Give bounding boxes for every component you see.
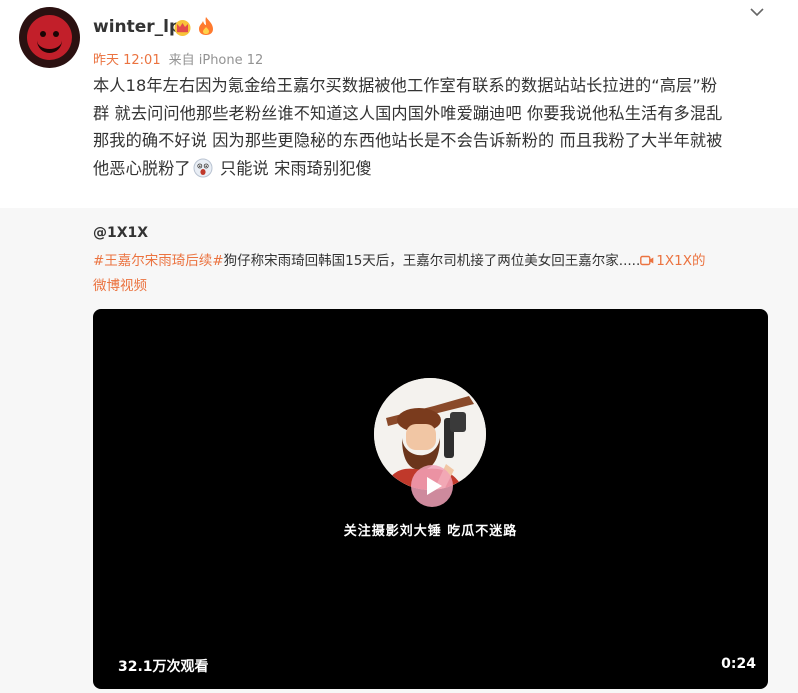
content-text: 他恶心脱粉了 (93, 158, 191, 178)
post-time[interactable]: 昨天 12:01 (93, 53, 161, 68)
play-icon[interactable] (410, 464, 454, 508)
video-player[interactable]: 关注摄影刘大锤 吃瓜不迷路 32.1万次观看 0:24 (93, 309, 768, 689)
post-meta: 昨天 12:01 来自 iPhone 12 (93, 49, 263, 68)
shocked-emoji-icon (193, 158, 213, 177)
content-line: 那我的确不好说 因为那些更隐秘的东西他站长是不会告诉新粉的 而且我粉了大半年就被 (93, 131, 723, 150)
post-content: 本人18年左右因为氪金给王嘉尔买数据被他工作室有联系的数据站站长拉进的“高层”粉… (93, 72, 773, 182)
crown-badge-icon[interactable] (173, 19, 192, 36)
video-link-label: 1X1X的 (656, 253, 706, 269)
username[interactable]: winter_lp (93, 17, 181, 37)
chevron-down-icon[interactable] (749, 4, 765, 20)
repost-body: 狗仔称宋雨琦回韩国15天后，王嘉尔司机接了两位美女回王嘉尔家..... (223, 253, 641, 269)
video-link-icon (640, 255, 654, 266)
view-count: 32.1万次观看 (118, 659, 209, 675)
avatar[interactable] (19, 7, 80, 68)
fire-badge-icon[interactable] (197, 16, 215, 36)
repost-card[interactable]: @1X1X #王嘉尔宋雨琦后续#狗仔称宋雨琦回韩国15天后，王嘉尔司机接了两位美… (0, 208, 798, 693)
video-duration: 0:24 (721, 656, 756, 672)
video-caption: 关注摄影刘大锤 吃瓜不迷路 (343, 524, 518, 539)
content-text: 只能说 宋雨琦别犯傻 (214, 158, 372, 178)
repost-text: #王嘉尔宋雨琦后续#狗仔称宋雨琦回韩国15天后，王嘉尔司机接了两位美女回王嘉尔家… (93, 249, 763, 299)
avatar-face (27, 15, 72, 60)
weibo-post: winter_lp 昨天 12:01 来自 iPhone 12 本人18年左右因为… (0, 0, 798, 693)
content-line: 本人18年左右因为氪金给王嘉尔买数据被他工作室有联系的数据站站长拉进的“高层”粉 (93, 76, 718, 95)
content-line: 他恶心脱粉了 只能说 宋雨琦别犯傻 (93, 155, 773, 183)
content-line: 群 就去问问他那些老粉丝谁不知道这人国内国外唯爱蹦迪吧 你要我说他私生活有多混乱 (93, 103, 723, 123)
repost-author[interactable]: @1X1X (93, 225, 148, 241)
topic-link[interactable]: #王嘉尔宋雨琦后续# (93, 253, 224, 269)
video-link-label: 微博视频 (93, 278, 147, 294)
post-source: 来自 iPhone 12 (168, 53, 264, 68)
